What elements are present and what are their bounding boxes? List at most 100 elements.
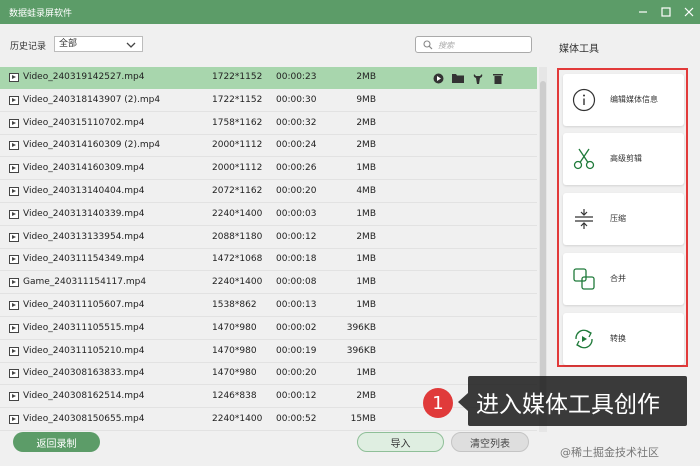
video-file-icon [9,232,19,242]
file-row[interactable]: Video_240314160309.mp4 2000*1112 00:00:26 1… [0,158,537,181]
file-size: 2MB [356,117,376,128]
file-row[interactable]: Video_240313140339.mp4 2240*1400 00:00:03 1… [0,203,537,226]
file-list: Video_240319142527.mp4 1722*1152 00:00:23 2… [0,67,537,432]
file-duration: 00:00:23 [276,72,317,82]
chevron-down-icon [126,40,136,54]
file-size: 2MB [356,391,376,402]
file-duration: 00:00:12 [276,231,317,242]
close-icon[interactable] [677,0,700,24]
file-resolution: 1470*980 [212,345,257,356]
tool-convert[interactable]: 转换 [563,313,684,365]
scrollbar-thumb[interactable] [540,81,546,411]
tool-label: 高级剪辑 [610,154,642,163]
file-size: 396KB [346,322,376,333]
file-resolution: 1722*1152 [212,72,263,82]
history-dropdown[interactable]: 全部 [54,36,143,52]
search-icon [423,40,433,53]
file-row[interactable]: Video_240311154349.mp4 1472*1068 00:00:18 1… [0,249,537,272]
tool-advanced-edit[interactable]: 高级剪辑 [563,133,684,185]
file-row[interactable]: Video_240311105515.mp4 1470*980 00:00:02 39… [0,317,537,340]
back-to-recording-button[interactable]: 返回录制 [13,432,100,452]
convert-icon [571,326,597,352]
file-size: 2MB [356,72,376,82]
file-name: Video_240311154349.mp4 [23,254,145,265]
video-file-icon [9,255,19,265]
tool-label: 转换 [610,334,626,343]
history-label: 历史记录 [10,42,47,52]
info-icon [571,87,597,113]
tool-merge[interactable]: 合并 [563,253,684,305]
tool-label: 压缩 [610,214,626,223]
minimize-icon[interactable] [631,0,654,24]
video-file-icon [9,415,19,424]
file-row[interactable]: Video_240318143907 (2).mp4 1722*1152 00:00… [0,89,537,112]
file-name: Video_240308150655.mp4 [23,414,145,424]
app-title: 数据蛙录屏软件 [9,8,73,19]
tool-label: 合并 [610,274,626,283]
file-row[interactable]: Video_240308162514.mp4 1246*838 00:00:12 2M… [0,386,537,409]
file-row[interactable]: Game_240311154117.mp4 2240*1400 00:00:08 1M… [0,272,537,295]
video-file-icon [9,73,19,82]
file-row[interactable]: Video_240311105607.mp4 1538*862 00:00:13 1M… [0,295,537,317]
file-row[interactable]: Video_240315110702.mp4 1758*1162 00:00:32 2… [0,112,537,135]
file-resolution: 2000*1112 [212,140,263,151]
file-size: 1MB [356,163,376,174]
import-button[interactable]: 导入 [357,432,444,452]
file-size: 1MB [356,368,376,379]
callout-arrow [458,393,468,411]
video-file-icon [9,278,19,288]
compress-icon [571,206,597,232]
file-size: 396KB [346,345,376,356]
file-size: 1MB [356,208,376,219]
maximize-icon[interactable] [654,0,677,24]
file-resolution: 2240*1400 [212,277,263,288]
trash-icon[interactable] [492,72,504,84]
file-resolution: 1722*1152 [212,94,263,105]
play-icon[interactable] [432,72,444,84]
media-tools-title: 媒体工具 [559,44,599,55]
file-row[interactable]: Video_240313133954.mp4 2088*1180 00:00:12 2… [0,226,537,249]
file-name: Video_240319142527.mp4 [23,72,145,82]
file-row[interactable]: Video_240313140404.mp4 2072*1162 00:00:20 4… [0,181,537,203]
file-resolution: 2088*1180 [212,231,263,242]
step-badge: 1 [423,388,453,418]
video-file-icon [9,369,19,379]
tool-edit-media-info[interactable]: 编辑媒体信息 [563,74,684,126]
video-file-icon [9,392,19,402]
search-placeholder: 搜索 [438,41,454,50]
file-duration: 00:00:13 [276,300,317,310]
clear-list-button[interactable]: 清空列表 [451,432,529,452]
file-row[interactable]: Video_240308150655.mp4 2240*1400 00:00:52 1… [0,409,537,431]
file-name: Video_240313140404.mp4 [23,186,145,196]
file-row[interactable]: Video_240319142527.mp4 1722*1152 00:00:23 2… [0,67,537,89]
file-resolution: 1538*862 [212,300,257,310]
file-name: Video_240311105210.mp4 [23,345,145,356]
file-resolution: 2072*1162 [212,186,263,196]
row-actions [432,72,504,84]
file-row[interactable]: Video_240314160309 (2).mp4 2000*1112 00:00… [0,135,537,158]
media-tools-highlight: 编辑媒体信息 高级剪辑 压缩 合并 转换 [557,68,688,367]
video-file-icon [9,141,19,151]
file-name: Video_240311105515.mp4 [23,322,145,333]
file-resolution: 1470*980 [212,368,257,379]
tool-compress[interactable]: 压缩 [563,193,684,245]
file-duration: 00:00:12 [276,391,317,402]
file-name: Video_240314160309.mp4 [23,163,145,174]
watermark: @稀土掘金技术社区 [560,446,659,459]
video-file-icon [9,323,19,333]
wrench-icon[interactable] [472,72,484,84]
file-duration: 00:00:52 [276,414,317,424]
file-row[interactable]: Video_240311105210.mp4 1470*980 00:00:19 39… [0,340,537,363]
file-row[interactable]: Video_240308163833.mp4 1470*980 00:00:20 1M… [0,363,537,386]
file-duration: 00:00:30 [276,94,317,105]
file-duration: 00:00:26 [276,163,317,174]
history-dropdown-value: 全部 [59,39,78,49]
file-name: Video_240314160309 (2).mp4 [23,140,161,151]
search-input[interactable]: 搜索 [415,36,532,53]
file-duration: 00:00:02 [276,322,317,333]
video-file-icon [9,187,19,196]
file-size: 1MB [356,254,376,265]
file-size: 15MB [350,414,376,424]
folder-icon[interactable] [452,72,464,84]
file-duration: 00:00:03 [276,208,317,219]
